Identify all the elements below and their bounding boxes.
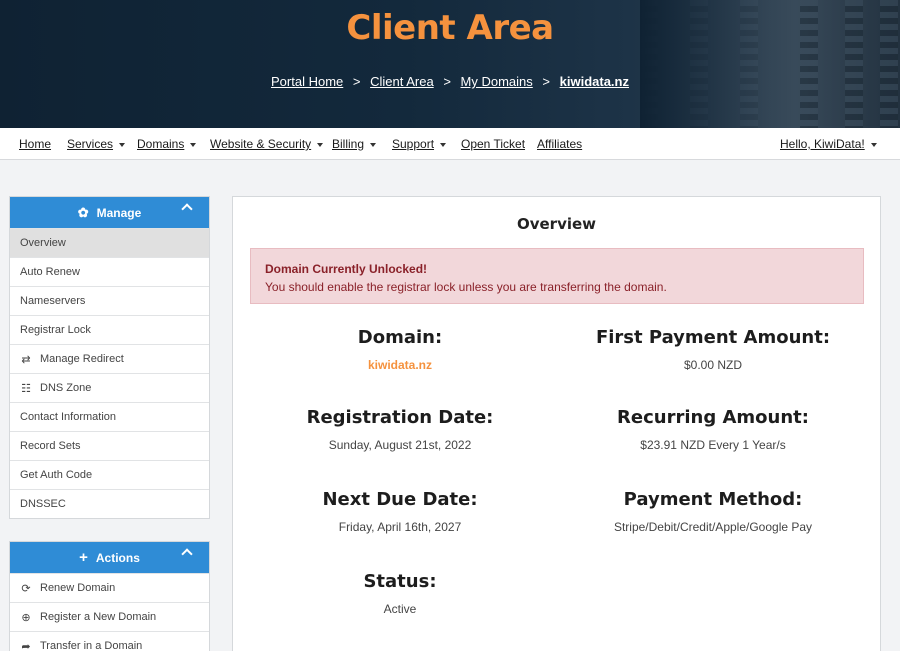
sidebar-item-dnssec[interactable]: DNSSEC: [10, 489, 209, 518]
sidebar-item-overview[interactable]: Overview: [10, 228, 209, 257]
recurring-amount-label: Recurring Amount:: [617, 407, 809, 428]
domain-label: Domain:: [357, 327, 443, 348]
nav-open-ticket[interactable]: Open Ticket: [461, 137, 525, 151]
caret-down-icon: [119, 142, 126, 147]
caret-down-icon: [370, 142, 377, 147]
main-nav: Home Services Domains Website & Security…: [0, 128, 900, 160]
registration-date-field: Registration Date: Sunday, August 21st, …: [250, 407, 550, 452]
overview-card: Overview Domain Currently Unlocked! You …: [232, 196, 881, 651]
recurring-amount-field: Recurring Amount: $23.91 NZD Every 1 Yea…: [563, 407, 863, 452]
sidebar-item-registrar-lock[interactable]: Registrar Lock: [10, 315, 209, 344]
domain-field: Domain: kiwidata.nz: [250, 327, 550, 372]
payment-method-label: Payment Method:: [623, 489, 803, 510]
sidebar-item-get-auth-code[interactable]: Get Auth Code: [10, 460, 209, 489]
page-header: Client Area Portal Home > Client Area > …: [0, 0, 900, 128]
manage-panel-title: Manage: [96, 205, 142, 220]
sitemap-icon: ☷: [21, 382, 31, 395]
chevron-up-icon[interactable]: [181, 203, 193, 215]
breadcrumb-separator: >: [443, 74, 451, 89]
breadcrumb-separator: >: [352, 74, 361, 89]
sidebar-item-contact-information[interactable]: Contact Information: [10, 402, 209, 431]
sidebar-item-transfer-domain[interactable]: ➦ Transfer in a Domain: [10, 631, 209, 651]
nav-website-security[interactable]: Website & Security: [210, 137, 324, 151]
domain-value[interactable]: kiwidata.nz: [250, 358, 550, 372]
page-title: Client Area: [346, 8, 554, 48]
nav-user-menu[interactable]: Hello, KiwiData!: [780, 137, 877, 151]
sidebar-item-auto-renew[interactable]: Auto Renew: [10, 257, 209, 286]
sidebar-item-nameservers[interactable]: Nameservers: [10, 286, 209, 315]
breadcrumb: Portal Home > Client Area > My Domains >…: [0, 74, 900, 89]
next-due-date-label: Next Due Date:: [322, 489, 478, 510]
first-payment-value: $0.00 NZD: [683, 358, 743, 372]
sidebar-item-manage-redirect[interactable]: ⇄ Manage Redirect: [10, 344, 209, 373]
chevron-up-icon[interactable]: [181, 548, 193, 560]
nav-services[interactable]: Services: [67, 137, 126, 151]
sidebar-item-renew-domain[interactable]: ⟳ Renew Domain: [10, 573, 209, 602]
breadcrumb-current-domain[interactable]: kiwidata.nz: [560, 74, 629, 89]
next-due-date-field: Next Due Date: Friday, April 16th, 2027: [250, 489, 550, 534]
status-label: Status:: [363, 571, 437, 592]
breadcrumb-portal-home[interactable]: Portal Home: [271, 74, 343, 89]
first-payment-label: First Payment Amount:: [595, 327, 831, 348]
breadcrumb-my-domains[interactable]: My Domains: [461, 74, 533, 89]
nav-affiliates[interactable]: Affiliates: [537, 137, 582, 151]
refresh-icon: ⟳: [21, 582, 31, 595]
status-field: Status: Active: [250, 571, 550, 616]
registration-date-value: Sunday, August 21st, 2022: [328, 438, 472, 452]
nav-home[interactable]: Home: [19, 137, 51, 151]
payment-method-value: Stripe/Debit/Credit/Apple/Google Pay: [613, 520, 813, 534]
share-icon: ➦: [21, 640, 31, 651]
actions-panel-header[interactable]: + Actions: [10, 542, 209, 573]
overview-title: Overview: [516, 215, 597, 233]
actions-panel: + Actions ⟳ Renew Domain ⊕ Register a New …: [9, 541, 210, 651]
alert-title: Domain Currently Unlocked!: [265, 262, 428, 276]
caret-down-icon: [190, 142, 197, 147]
sidebar-item-register-new-domain[interactable]: ⊕ Register a New Domain: [10, 602, 209, 631]
caret-down-icon: [870, 142, 877, 147]
alert-message: You should enable the registrar lock unl…: [265, 280, 667, 294]
exchange-icon: ⇄: [21, 353, 31, 366]
nav-support[interactable]: Support: [392, 137, 447, 151]
sidebar-item-record-sets[interactable]: Record Sets: [10, 431, 209, 460]
nav-billing[interactable]: Billing: [332, 137, 377, 151]
plus-icon: +: [79, 549, 88, 566]
manage-panel-header[interactable]: ✿ Manage: [10, 197, 209, 228]
actions-panel-title: Actions: [95, 550, 140, 565]
breadcrumb-client-area[interactable]: Client Area: [370, 74, 434, 89]
manage-panel: ✿ Manage Overview Auto Renew Nameservers…: [9, 196, 210, 519]
unlocked-alert: Domain Currently Unlocked! You should en…: [250, 248, 864, 304]
next-due-date-value: Friday, April 16th, 2027: [338, 520, 462, 534]
sidebar-item-dns-zone[interactable]: ☷ DNS Zone: [10, 373, 209, 402]
caret-down-icon: [317, 142, 324, 147]
registration-date-label: Registration Date:: [306, 407, 494, 428]
status-value: Active: [383, 602, 417, 616]
gear-icon: ✿: [77, 204, 89, 220]
caret-down-icon: [440, 142, 447, 147]
recurring-amount-value: $23.91 NZD Every 1 Year/s: [640, 438, 786, 452]
globe-icon: ⊕: [21, 611, 31, 624]
nav-domains[interactable]: Domains: [137, 137, 197, 151]
breadcrumb-separator: >: [542, 74, 550, 89]
payment-method-field: Payment Method: Stripe/Debit/Credit/Appl…: [563, 489, 863, 534]
first-payment-field: First Payment Amount: $0.00 NZD: [563, 327, 863, 372]
